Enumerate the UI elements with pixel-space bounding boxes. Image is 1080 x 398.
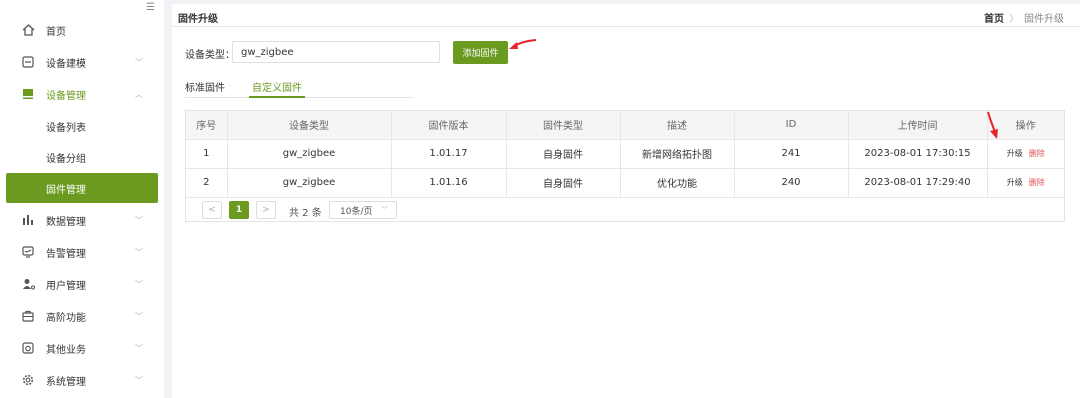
device-type-input[interactable] bbox=[232, 41, 440, 63]
column-header: 固件版本 bbox=[391, 111, 507, 140]
column-header: 序号 bbox=[186, 111, 228, 140]
cell-device-type: gw_zigbee bbox=[227, 139, 392, 169]
sidebar-item-advanced-functions[interactable]: 高阶功能 ﹀ bbox=[0, 301, 164, 331]
sidebar-item-label: 固件管理 bbox=[46, 184, 86, 196]
cell-firmware-type: 自身固件 bbox=[506, 168, 621, 198]
sidebar-item-data-management[interactable]: 数据管理 ﹀ bbox=[0, 205, 164, 235]
sidebar-item-other-business[interactable]: 其他业务 ﹀ bbox=[0, 333, 164, 363]
breadcrumb: 首页〉固件升级 bbox=[984, 10, 1064, 25]
sidebar-item-device-management[interactable]: 设备管理 ︿ bbox=[0, 79, 164, 109]
page-1-button[interactable]: 1 bbox=[229, 201, 249, 219]
sidebar-item-device-model[interactable]: 设备建模 ﹀ bbox=[0, 47, 164, 77]
device-icon bbox=[21, 87, 35, 101]
cell-index: 2 bbox=[186, 168, 228, 198]
cell-id: 241 bbox=[734, 139, 849, 169]
sidebar-item-label: 设备建模 bbox=[46, 58, 86, 70]
page-size-value: 10条/页 bbox=[340, 206, 373, 217]
home-icon bbox=[21, 23, 35, 37]
column-header: 描述 bbox=[620, 111, 735, 140]
cell-upload-time: 2023-08-01 17:29:40 bbox=[848, 168, 988, 198]
page-size-select[interactable]: 10条/页 ﹀ bbox=[329, 201, 397, 219]
table-header-row: 序号 设备类型 固件版本 固件类型 描述 ID 上传时间 操作 bbox=[186, 111, 1064, 140]
tab-standard-firmware[interactable]: 标准固件 bbox=[185, 79, 225, 94]
device-type-label: 设备类型： bbox=[185, 50, 235, 61]
sidebar-item-label: 设备列表 bbox=[46, 122, 86, 134]
delete-link[interactable]: 删除 bbox=[1029, 178, 1045, 187]
cell-description: 新增网络拓扑图 bbox=[620, 139, 735, 169]
cell-version: 1.01.16 bbox=[391, 168, 507, 198]
main-panel: 固件升级 首页〉固件升级 设备类型： 添加固件 标准固件 自定义固件 序号 设备… bbox=[172, 4, 1080, 398]
sidebar-item-user-management[interactable]: 用户管理 ﹀ bbox=[0, 269, 164, 299]
sidebar-item-alarm-management[interactable]: 告警管理 ﹀ bbox=[0, 237, 164, 267]
cell-upload-time: 2023-08-01 17:30:15 bbox=[848, 139, 988, 169]
sidebar-item-home[interactable]: 首页 bbox=[0, 15, 164, 45]
column-header: 设备类型 bbox=[227, 111, 392, 140]
breadcrumb-home-link[interactable]: 首页 bbox=[984, 14, 1004, 25]
active-tab-indicator bbox=[249, 96, 305, 98]
page-title: 固件升级 bbox=[178, 14, 218, 25]
gear-icon bbox=[21, 373, 35, 387]
table-row: 1 gw_zigbee 1.01.17 自身固件 新增网络拓扑图 241 202… bbox=[186, 139, 1064, 169]
cell-index: 1 bbox=[186, 139, 228, 169]
cell-version: 1.01.17 bbox=[391, 139, 507, 169]
cell-actions: 升级 删除 bbox=[987, 139, 1064, 169]
chevron-down-icon: ﹀ bbox=[135, 343, 143, 353]
upgrade-link[interactable]: 升级 bbox=[1007, 149, 1023, 158]
sidebar-item-system-management[interactable]: 系统管理 ﹀ bbox=[0, 365, 164, 395]
total-count: 共 2 条 bbox=[289, 208, 322, 219]
sidebar-item-label: 设备分组 bbox=[46, 153, 86, 165]
chevron-down-icon: ﹀ bbox=[135, 375, 143, 385]
cell-description: 优化功能 bbox=[620, 168, 735, 198]
advanced-icon bbox=[21, 309, 35, 323]
breadcrumb-separator-icon: 〉 bbox=[1009, 14, 1019, 25]
chevron-down-icon: ﹀ bbox=[135, 247, 143, 257]
cell-device-type: gw_zigbee bbox=[227, 168, 392, 198]
alarm-icon bbox=[21, 245, 35, 259]
cell-actions: 升级 删除 bbox=[987, 168, 1064, 198]
pagination: < 1 > 共 2 条 10条/页 ﹀ bbox=[186, 198, 1064, 222]
column-header: 固件类型 bbox=[506, 111, 621, 140]
sidebar-item-firmware-management[interactable]: 固件管理 bbox=[6, 173, 158, 203]
page-header: 固件升级 首页〉固件升级 bbox=[172, 4, 1080, 27]
sidebar-item-device-list[interactable]: 设备列表 bbox=[0, 111, 164, 141]
user-icon bbox=[21, 277, 35, 291]
prev-page-button[interactable]: < bbox=[202, 201, 222, 219]
sidebar-item-label: 系统管理 bbox=[46, 376, 86, 388]
firmware-table: 序号 设备类型 固件版本 固件类型 描述 ID 上传时间 操作 1 gw_zig… bbox=[185, 110, 1065, 222]
sidebar-item-label: 用户管理 bbox=[46, 280, 86, 292]
chevron-down-icon: ﹀ bbox=[135, 279, 143, 289]
chart-icon bbox=[21, 213, 35, 227]
tab-custom-firmware[interactable]: 自定义固件 bbox=[252, 79, 302, 94]
sidebar-item-label: 数据管理 bbox=[46, 216, 86, 228]
sidebar-item-label: 首页 bbox=[46, 26, 66, 38]
sidebar-item-label: 设备管理 bbox=[46, 90, 86, 102]
column-header: ID bbox=[734, 111, 849, 140]
chevron-down-icon: ﹀ bbox=[135, 311, 143, 321]
sidebar-item-label: 高阶功能 bbox=[46, 312, 86, 324]
model-icon bbox=[21, 55, 35, 69]
sidebar: ☰ 首页 设备建模 ﹀ 设备管理 ︿ 设备列表 设备分组 固件管理 数据管理 ﹀ bbox=[0, 0, 164, 398]
firmware-tabs: 标准固件 自定义固件 bbox=[185, 76, 413, 98]
delete-link[interactable]: 删除 bbox=[1029, 149, 1045, 158]
chevron-down-icon: ﹀ bbox=[381, 206, 388, 214]
annotation-arrow-icon bbox=[509, 39, 537, 49]
table-row: 2 gw_zigbee 1.01.16 自身固件 优化功能 240 2023-0… bbox=[186, 168, 1064, 198]
breadcrumb-current: 固件升级 bbox=[1024, 14, 1064, 25]
add-firmware-button[interactable]: 添加固件 bbox=[453, 41, 508, 64]
cell-id: 240 bbox=[734, 168, 849, 198]
sidebar-item-device-group[interactable]: 设备分组 bbox=[0, 142, 164, 172]
chevron-down-icon: ﹀ bbox=[135, 215, 143, 225]
sidebar-item-label: 告警管理 bbox=[46, 248, 86, 260]
cell-firmware-type: 自身固件 bbox=[506, 139, 621, 169]
chevron-down-icon: ﹀ bbox=[135, 57, 143, 67]
annotation-arrow-icon bbox=[987, 111, 998, 139]
chevron-up-icon: ︿ bbox=[135, 89, 143, 99]
next-page-button[interactable]: > bbox=[256, 201, 276, 219]
other-icon bbox=[21, 341, 35, 355]
column-header: 上传时间 bbox=[848, 111, 988, 140]
upgrade-link[interactable]: 升级 bbox=[1007, 178, 1023, 187]
sidebar-item-label: 其他业务 bbox=[46, 344, 86, 356]
collapse-menu-icon[interactable]: ☰ bbox=[146, 2, 155, 13]
